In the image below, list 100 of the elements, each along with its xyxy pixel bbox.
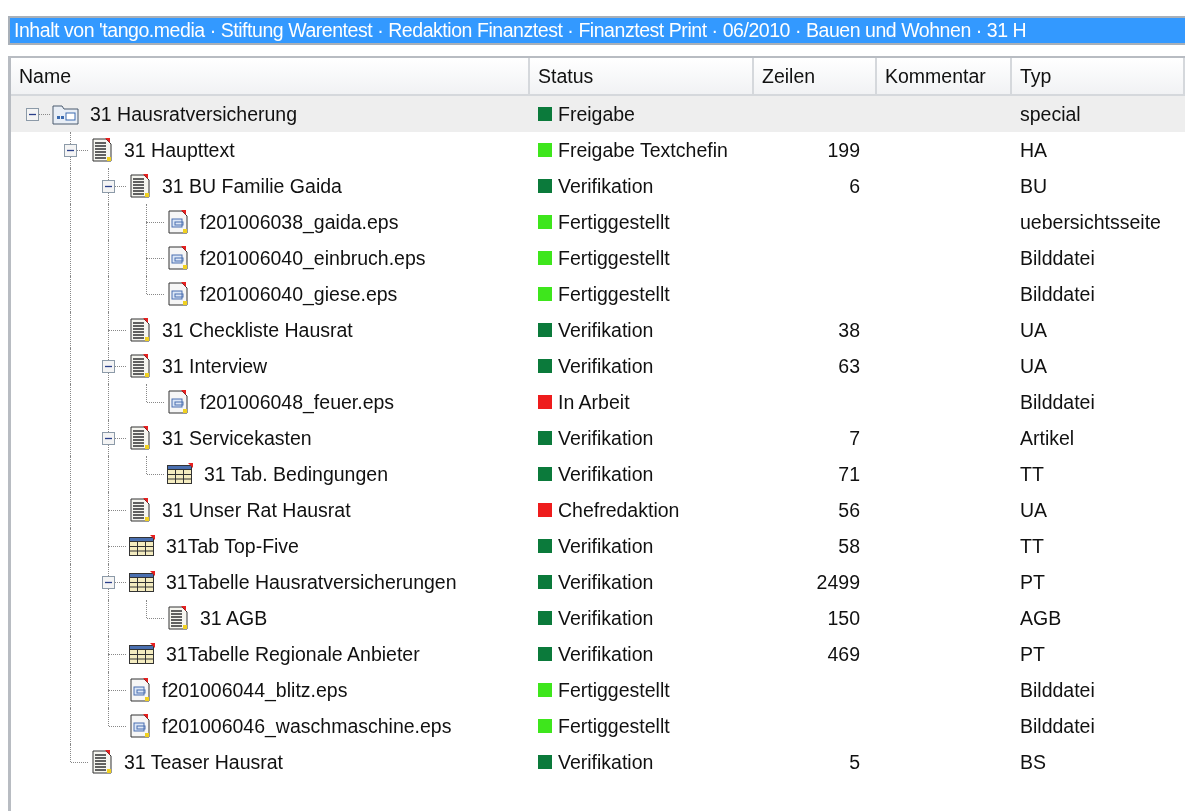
type-text: UA	[1020, 354, 1048, 377]
item-name: 31 BU Familie Gaida	[162, 174, 342, 198]
status-text: Verifikation	[558, 606, 654, 630]
status-text: Verifikation	[558, 534, 654, 558]
tree-row[interactable]: 31 Hausratversicherung Freigabe special	[11, 96, 1185, 132]
tree-row[interactable]: 31 Interview Verifikation 63 UA	[11, 348, 1185, 384]
tree-row[interactable]: f201006038_gaida.eps Fertiggestellt uebersichtsseite	[11, 204, 1185, 240]
status-text: Freigabe	[558, 102, 635, 126]
type-text: TT	[1020, 534, 1044, 557]
item-name: f201006040_einbruch.eps	[200, 246, 426, 270]
tree-row[interactable]: 31 Haupttext Freigabe Textchefin 199 HA	[11, 132, 1185, 168]
tree-row[interactable]: 31 AGB Verifikation 150 AGB	[11, 600, 1185, 636]
item-name: 31 Hausratversicherung	[90, 102, 298, 126]
type-text: AGB	[1020, 606, 1062, 629]
tree-row[interactable]: 31 Servicekasten Verifikation 7 Artikel	[11, 420, 1185, 456]
column-header[interactable]: Kommentar	[877, 58, 1012, 94]
status-text: Verifikation	[558, 462, 654, 486]
tree-row[interactable]: f201006046_waschmaschine.eps Fertiggestellt Bilddatei	[11, 708, 1185, 744]
line-count: 7	[849, 426, 860, 449]
item-name: 31 Interview	[162, 354, 268, 378]
line-count: 2499	[816, 570, 860, 593]
line-count: 38	[838, 318, 860, 341]
line-count: 63	[838, 354, 860, 377]
status-text: Verifikation	[558, 426, 654, 450]
item-name: f201006048_feuer.eps	[200, 390, 395, 414]
line-count: 469	[827, 642, 860, 665]
tree-row[interactable]: f201006048_feuer.eps In Arbeit Bilddatei	[11, 384, 1185, 420]
status-text: Fertiggestellt	[558, 210, 670, 234]
tree-row[interactable]: 31 Teaser Hausrat Verifikation 5 BS	[11, 744, 1185, 780]
item-name: 31Tab Top-Five	[166, 534, 299, 558]
column-header[interactable]: Zeilen	[754, 58, 877, 94]
tree-row[interactable]: f201006040_einbruch.eps Fertiggestellt Bilddatei	[11, 240, 1185, 276]
column-header[interactable]: Status	[530, 58, 754, 94]
status-text: Verifikation	[558, 318, 654, 342]
item-name: f201006046_waschmaschine.eps	[162, 714, 452, 738]
status-text: Fertiggestellt	[558, 246, 670, 270]
type-text: Bilddatei	[1020, 714, 1095, 737]
type-text: PT	[1020, 570, 1045, 593]
type-text: UA	[1020, 318, 1048, 341]
line-count: 6	[849, 174, 860, 197]
status-text: Chefredaktion	[558, 498, 680, 522]
status-text: Fertiggestellt	[558, 678, 670, 702]
item-name: 31 Checkliste Hausrat	[162, 318, 353, 342]
type-text: Artikel	[1020, 426, 1075, 449]
collapse-icon[interactable]	[102, 432, 115, 445]
type-text: UA	[1020, 498, 1048, 521]
type-text: Bilddatei	[1020, 282, 1095, 305]
type-text: HA	[1020, 138, 1048, 161]
line-count: 56	[838, 498, 860, 521]
tree-row[interactable]: 31 Tab. Bedingungen Verifikation 71 TT	[11, 456, 1185, 492]
tree-row[interactable]: 31 BU Familie Gaida Verifikation 6 BU	[11, 168, 1185, 204]
item-name: f201006044_blitz.eps	[162, 678, 348, 702]
item-name: 31 Unser Rat Hausrat	[162, 498, 351, 522]
tree-row[interactable]: f201006040_giese.eps Fertiggestellt Bilddatei	[11, 276, 1185, 312]
collapse-icon[interactable]	[102, 360, 115, 373]
collapse-icon[interactable]	[64, 144, 77, 157]
tree-row[interactable]: 31Tabelle Regionale Anbieter Verifikation 469 PT	[11, 636, 1185, 672]
item-name: 31 Haupttext	[124, 138, 235, 162]
item-name: 31 AGB	[200, 606, 268, 630]
type-text: Bilddatei	[1020, 678, 1095, 701]
tree-row[interactable]: 31 Unser Rat Hausrat Chefredaktion 56 UA	[11, 492, 1185, 528]
status-text: Freigabe Textchefin	[558, 138, 728, 162]
type-text: special	[1020, 102, 1081, 125]
type-text: Bilddatei	[1020, 390, 1095, 413]
status-text: In Arbeit	[558, 390, 630, 414]
tree-row[interactable]: 31 Checkliste Hausrat Verifikation 38 UA	[11, 312, 1185, 348]
line-count: 58	[838, 534, 860, 557]
item-name: f201006040_giese.eps	[200, 282, 398, 306]
collapse-icon[interactable]	[102, 576, 115, 589]
status-text: Verifikation	[558, 174, 654, 198]
status-text: Verifikation	[558, 750, 654, 774]
line-count: 71	[838, 462, 860, 485]
tree-row[interactable]: 31Tab Top-Five Verifikation 58 TT	[11, 528, 1185, 564]
status-text: Fertiggestellt	[558, 282, 670, 306]
item-name: 31 Teaser Hausrat	[124, 750, 283, 774]
line-count: 5	[849, 750, 860, 773]
type-text: BU	[1020, 174, 1048, 197]
item-name: 31 Servicekasten	[162, 426, 312, 450]
type-text: BS	[1020, 750, 1046, 773]
column-header[interactable]: Name	[11, 58, 530, 94]
collapse-icon[interactable]	[102, 180, 115, 193]
item-name: 31 Tab. Bedingungen	[204, 462, 388, 486]
column-header[interactable]: Typ	[1012, 58, 1185, 94]
type-text: TT	[1020, 462, 1044, 485]
item-name: f201006038_gaida.eps	[200, 210, 399, 234]
collapse-icon[interactable]	[26, 108, 39, 121]
line-count: 150	[827, 606, 860, 629]
item-name: 31Tabelle Hausratversicherungen	[166, 570, 457, 594]
item-name: 31Tabelle Regionale Anbieter	[166, 642, 420, 666]
type-text: PT	[1020, 642, 1045, 665]
status-text: Verifikation	[558, 570, 654, 594]
type-text: Bilddatei	[1020, 246, 1095, 269]
status-text: Fertiggestellt	[558, 714, 670, 738]
line-count: 199	[827, 138, 860, 161]
title-bar: Inhalt von 'tango.media · Stiftung Warentest · Redaktion Finanztest · Finanztest Print · 06/2010 · Bauen und Wohnen · 31 H	[8, 16, 1185, 45]
tree-row[interactable]: f201006044_blitz.eps Fertiggestellt Bilddatei	[11, 672, 1185, 708]
status-text: Verifikation	[558, 642, 654, 666]
tree-row[interactable]: 31Tabelle Hausratversicherungen Verifikation 2499 PT	[11, 564, 1185, 600]
status-text: Verifikation	[558, 354, 654, 378]
type-text: uebersichtsseite	[1020, 210, 1161, 233]
